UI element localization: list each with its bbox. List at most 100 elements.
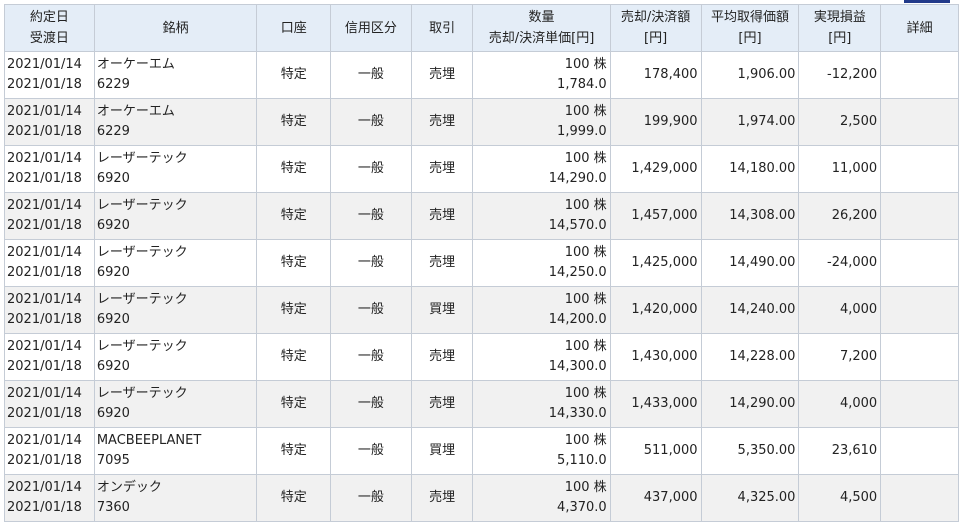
table-row: 2021/01/14 2021/01/18 MACBEEPLANET 7095 特定 一般… [4, 427, 959, 475]
stock-name: レーザーテック [96, 245, 188, 260]
table-row: 2021/01/14 2021/01/18 レーザーテック 6920 特定 一般 売埋 100… [4, 239, 959, 287]
stock-code: 7095 [96, 453, 130, 468]
trade-type: 売埋 [410, 474, 474, 522]
margin-type: 一般 [330, 380, 412, 428]
settle-date: 2021/01/18 [7, 171, 82, 186]
account-type: 特定 [256, 98, 332, 146]
dates-cell: 2021/01/14 2021/01/18 [4, 51, 95, 99]
unit-price: 14,330.0 [548, 406, 607, 421]
settlement-amount: 511,000 [609, 427, 702, 475]
table-row: 2021/01/14 2021/01/18 オーケーエム 6229 特定 一般 売埋 100 … [4, 51, 959, 99]
header-avg-unit: [円] [738, 31, 762, 46]
settle-date: 2021/01/18 [7, 218, 82, 233]
settle-date: 2021/01/18 [7, 312, 82, 327]
stock-code: 7360 [96, 500, 130, 515]
average-cost: 14,490.00 [700, 239, 800, 287]
trade-date: 2021/01/14 [7, 245, 82, 260]
unit-price: 4,370.0 [557, 500, 607, 515]
dates-cell: 2021/01/14 2021/01/18 [4, 380, 95, 428]
qty-price-cell: 100 株 14,330.0 [472, 380, 611, 428]
stock-name: レーザーテック [96, 386, 188, 401]
unit-price: 14,300.0 [548, 359, 607, 374]
trade-date: 2021/01/14 [7, 386, 82, 401]
dates-cell: 2021/01/14 2021/01/18 [4, 427, 95, 475]
header-pl-label: 実現損益 [813, 10, 866, 25]
account-type: 特定 [256, 286, 332, 334]
stock-cell: オンデック 7360 [93, 474, 258, 522]
realized-pl: 4,500 [798, 474, 882, 522]
margin-type: 一般 [330, 192, 412, 240]
trade-type: 売埋 [410, 192, 474, 240]
average-cost: 1,974.00 [700, 98, 800, 146]
detail-cell[interactable] [880, 474, 959, 522]
realized-pl: -12,200 [798, 51, 882, 99]
quantity: 100 株 [564, 104, 607, 119]
stock-name: レーザーテック [96, 198, 188, 213]
unit-price: 1,999.0 [557, 124, 607, 139]
margin-type: 一般 [330, 474, 412, 522]
dates-cell: 2021/01/14 2021/01/18 [4, 333, 95, 381]
quantity: 100 株 [564, 245, 607, 260]
table-row: 2021/01/14 2021/01/18 レーザーテック 6920 特定 一般 売埋 100… [4, 145, 959, 193]
realized-pl: 2,500 [798, 98, 882, 146]
table-row: 2021/01/14 2021/01/18 レーザーテック 6920 特定 一般 売埋 100… [4, 380, 959, 428]
table-row: 2021/01/14 2021/01/18 レーザーテック 6920 特定 一般 売埋 100… [4, 333, 959, 381]
quantity: 100 株 [564, 433, 607, 448]
header-avg-label: 平均取得価額 [710, 10, 789, 25]
trade-type: 売埋 [410, 333, 474, 381]
detail-cell[interactable] [880, 427, 959, 475]
average-cost: 14,180.00 [700, 145, 800, 193]
settlement-amount: 199,900 [609, 98, 702, 146]
stock-cell: MACBEEPLANET 7095 [93, 427, 258, 475]
average-cost: 5,350.00 [700, 427, 800, 475]
quantity: 100 株 [564, 151, 607, 166]
quantity: 100 株 [564, 339, 607, 354]
stock-code: 6229 [96, 77, 130, 92]
detail-cell[interactable] [880, 98, 959, 146]
detail-cell[interactable] [880, 333, 959, 381]
stock-cell: レーザーテック 6920 [93, 192, 258, 240]
header-settle-date: 受渡日 [29, 31, 69, 46]
header-dates: 約定日 受渡日 [4, 4, 95, 52]
qty-price-cell: 100 株 14,300.0 [472, 333, 611, 381]
settlement-amount: 1,420,000 [609, 286, 702, 334]
realized-pl: 7,200 [798, 333, 882, 381]
detail-cell[interactable] [880, 380, 959, 428]
settle-date: 2021/01/18 [7, 453, 82, 468]
realized-pl: -24,000 [798, 239, 882, 287]
settlement-amount: 1,457,000 [609, 192, 702, 240]
header-trade: 取引 [410, 4, 474, 52]
settlement-amount: 1,433,000 [609, 380, 702, 428]
detail-cell[interactable] [880, 286, 959, 334]
stock-name: オーケーエム [96, 57, 175, 72]
settle-date: 2021/01/18 [7, 359, 82, 374]
quantity: 100 株 [564, 57, 607, 72]
detail-cell[interactable] [880, 51, 959, 99]
dates-cell: 2021/01/14 2021/01/18 [4, 286, 95, 334]
qty-price-cell: 100 株 4,370.0 [472, 474, 611, 522]
stock-cell: レーザーテック 6920 [93, 286, 258, 334]
settle-date: 2021/01/18 [7, 406, 82, 421]
qty-price-cell: 100 株 1,784.0 [472, 51, 611, 99]
table-row: 2021/01/14 2021/01/18 レーザーテック 6920 特定 一般 買埋 100… [4, 286, 959, 334]
header-avg: 平均取得価額 [円] [700, 4, 800, 52]
table-row: 2021/01/14 2021/01/18 オーケーエム 6229 特定 一般 売埋 100 … [4, 98, 959, 146]
stock-name: MACBEEPLANET [96, 433, 202, 448]
detail-cell[interactable] [880, 239, 959, 287]
stock-name: レーザーテック [96, 151, 188, 166]
dates-cell: 2021/01/14 2021/01/18 [4, 474, 95, 522]
detail-cell[interactable] [880, 192, 959, 240]
unit-price: 14,200.0 [548, 312, 607, 327]
detail-cell[interactable] [880, 145, 959, 193]
realized-pl: 4,000 [798, 380, 882, 428]
stock-cell: レーザーテック 6920 [93, 333, 258, 381]
margin-type: 一般 [330, 98, 412, 146]
account-type: 特定 [256, 380, 332, 428]
account-type: 特定 [256, 192, 332, 240]
qty-price-cell: 100 株 1,999.0 [472, 98, 611, 146]
stock-cell: オーケーエム 6229 [93, 98, 258, 146]
settlement-amount: 178,400 [609, 51, 702, 99]
account-type: 特定 [256, 474, 332, 522]
unit-price: 14,570.0 [548, 218, 607, 233]
trade-type: 買埋 [410, 286, 474, 334]
